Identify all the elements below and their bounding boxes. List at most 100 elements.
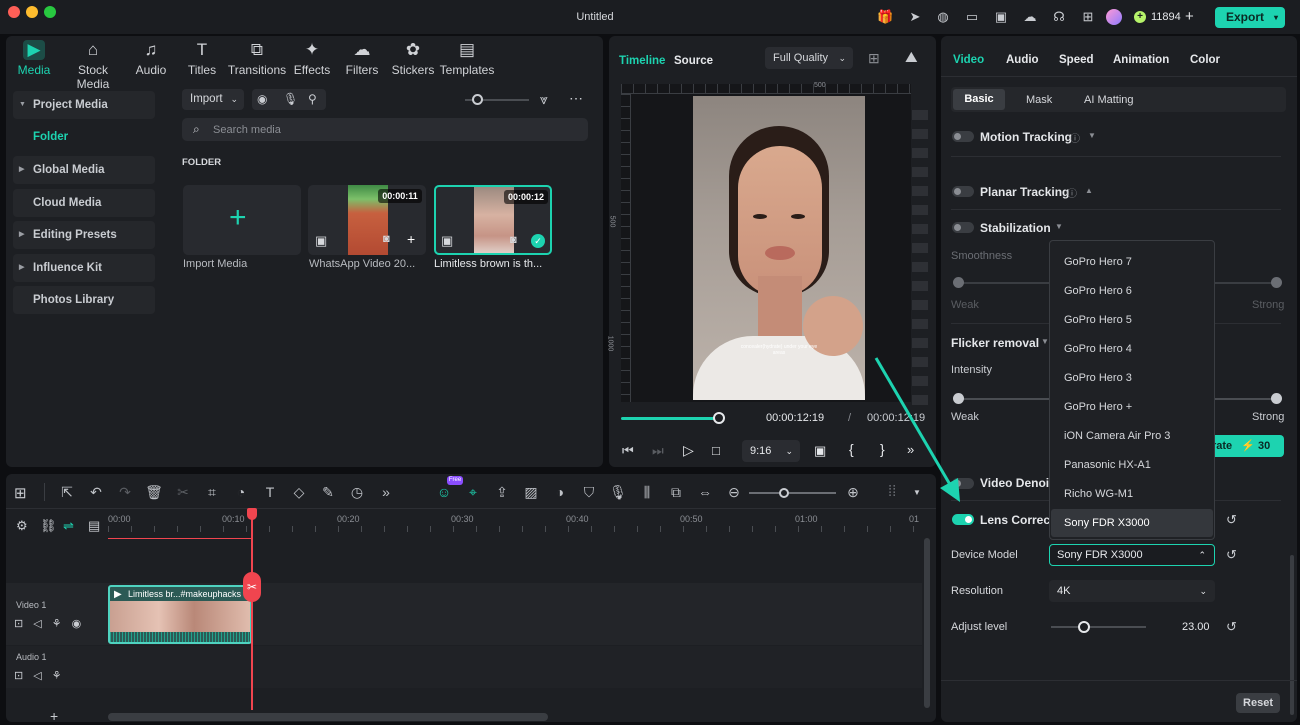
- caret-down-icon[interactable]: ▼: [1088, 131, 1096, 140]
- panel-scrollbar[interactable]: [1290, 555, 1294, 715]
- cut-icon[interactable]: ✂: [174, 484, 192, 500]
- gift-icon[interactable]: 🎁: [877, 9, 893, 25]
- delete-icon[interactable]: 🗑: [145, 484, 163, 500]
- tab-templates[interactable]: ▤ Templates: [436, 40, 498, 77]
- caret-down-icon[interactable]: ▼: [1041, 337, 1049, 346]
- snapshot-icon[interactable]: ⛰: [905, 49, 918, 66]
- subtab-ai-matting[interactable]: AI Matting: [1084, 94, 1134, 106]
- scene-detect-icon[interactable]: ⧉: [667, 484, 685, 500]
- volume-icon[interactable]: ◁: [33, 617, 41, 630]
- search-input[interactable]: ⌕ Search media: [182, 118, 588, 141]
- tab-transitions[interactable]: ⧉ Transitions: [227, 40, 287, 77]
- timer-icon[interactable]: ◷: [348, 484, 366, 500]
- grid-apps-icon[interactable]: ⊞: [1080, 9, 1096, 25]
- sidebar-item-folder[interactable]: Folder: [33, 131, 68, 143]
- dropdown-option[interactable]: Panasonic HX-A1: [1064, 459, 1151, 471]
- export-clip-icon[interactable]: ⇪: [493, 484, 511, 500]
- tab-speed[interactable]: Speed: [1059, 54, 1094, 66]
- image-icon[interactable]: ▨: [522, 484, 540, 500]
- next-frame-icon[interactable]: ⏭: [652, 443, 664, 459]
- stop-icon[interactable]: □: [712, 443, 720, 458]
- device-model-select[interactable]: Sony FDR X3000 ⌃: [1049, 544, 1215, 566]
- lock-icon[interactable]: ⊡: [14, 617, 23, 630]
- help-icon[interactable]: ⓘ: [1067, 185, 1077, 200]
- reset-icon[interactable]: ↺: [1226, 512, 1237, 528]
- microphone-icon[interactable]: 🎙: [609, 484, 627, 500]
- crop-icon[interactable]: ⌗: [203, 484, 221, 500]
- slider-handle[interactable]: [779, 488, 789, 498]
- speed-ramp-icon[interactable]: ◑: [551, 484, 569, 500]
- support-icon[interactable]: ☊: [1051, 9, 1067, 25]
- caret-up-icon[interactable]: ▲: [1085, 186, 1093, 195]
- timeline-horizontal-scrollbar[interactable]: [108, 713, 548, 721]
- dropdown-option[interactable]: GoPro Hero 3: [1064, 372, 1132, 384]
- link-icon[interactable]: ⇌: [63, 518, 74, 534]
- media-item-whatsapp-video[interactable]: 00:00:11 ▣ ◙ +: [308, 185, 426, 255]
- speed-icon[interactable]: ◔: [232, 484, 250, 500]
- magic-icon[interactable]: ⚘: [52, 617, 62, 630]
- more-options-icon[interactable]: ⋯: [569, 90, 584, 107]
- send-icon[interactable]: ➤: [907, 9, 923, 25]
- timeline-vertical-scrollbar[interactable]: [924, 538, 930, 708]
- slider-handle[interactable]: [1271, 393, 1282, 404]
- mark-in-button[interactable]: {: [849, 441, 854, 457]
- dropdown-option[interactable]: Richo WG-M1: [1064, 488, 1133, 500]
- reset-icon[interactable]: ↺: [1226, 619, 1237, 635]
- sidebar-item-influence-kit[interactable]: ▶ Influence Kit: [13, 254, 155, 282]
- grid-view-icon[interactable]: ⊞: [868, 50, 880, 67]
- fit-icon[interactable]: ⇔: [696, 484, 714, 500]
- dropdown-option[interactable]: Sony FDR X3000: [1064, 517, 1150, 529]
- ai-voice-icon[interactable]: ⚲: [308, 89, 317, 110]
- filter-icon[interactable]: ⩔: [540, 91, 548, 108]
- tab-stock-media[interactable]: ⌂ Stock Media: [60, 40, 126, 91]
- adjust-level-slider[interactable]: [1051, 626, 1146, 628]
- dropdown-option[interactable]: GoPro Hero 7: [1064, 256, 1132, 268]
- expand-icon[interactable]: »: [377, 484, 395, 500]
- tab-source[interactable]: Source: [674, 55, 713, 67]
- import-dropdown[interactable]: Import ⌄: [182, 89, 244, 110]
- zoom-slider[interactable]: [749, 492, 836, 494]
- record-screen-icon[interactable]: ◉: [257, 89, 267, 110]
- media-item-limitless-brown[interactable]: 00:00:12 ▣ ◙ ✓: [434, 185, 552, 255]
- track-manager-icon[interactable]: ▤: [88, 518, 100, 534]
- tab-audio[interactable]: Audio: [1006, 54, 1039, 66]
- dropdown-option[interactable]: GoPro Hero +: [1064, 401, 1132, 413]
- avatar[interactable]: [1106, 9, 1122, 25]
- add-credits-icon[interactable]: +: [1185, 8, 1194, 25]
- ai-copilot-icon[interactable]: ☺: [435, 484, 453, 500]
- quality-dropdown[interactable]: Full Quality ⌄: [765, 47, 853, 69]
- sidebar-item-cloud-media[interactable]: Cloud Media: [13, 189, 155, 217]
- subtab-basic[interactable]: Basic: [953, 89, 1005, 110]
- aspect-ratio-dropdown[interactable]: 9:16 ⌄: [742, 440, 800, 462]
- shield-icon[interactable]: ⛉: [580, 484, 598, 500]
- dropdown-option[interactable]: GoPro Hero 4: [1064, 343, 1132, 355]
- subtab-mask[interactable]: Mask: [1026, 94, 1052, 106]
- unlink-icon[interactable]: ⛓: [40, 518, 57, 534]
- audio-mixer-icon[interactable]: ⫼: [638, 484, 656, 500]
- sidebar-item-project-media[interactable]: ▼ Project Media: [13, 91, 155, 119]
- tab-effects[interactable]: ✦ Effects: [284, 40, 340, 77]
- play-icon[interactable]: ▷: [683, 442, 694, 459]
- undo-icon[interactable]: ↶: [87, 484, 105, 500]
- caret-down-icon[interactable]: ▼: [1055, 222, 1063, 231]
- settings-icon[interactable]: ⚙: [16, 518, 28, 534]
- help-icon[interactable]: ⓘ: [1070, 130, 1080, 145]
- save-icon[interactable]: ▣: [993, 9, 1009, 25]
- tab-titles[interactable]: T Titles: [174, 40, 230, 77]
- zoom-out-icon[interactable]: ⊖: [725, 484, 743, 500]
- eye-icon[interactable]: ◉: [72, 617, 82, 630]
- render-preview-icon[interactable]: ▣: [814, 443, 826, 459]
- dropdown-option[interactable]: iON Camera Air Pro 3: [1064, 430, 1170, 442]
- dropdown-option[interactable]: GoPro Hero 5: [1064, 314, 1132, 326]
- stabilization-toggle[interactable]: [952, 222, 974, 233]
- lock-icon[interactable]: ⊡: [14, 669, 23, 682]
- microphone-icon[interactable]: 🎙: [283, 89, 298, 110]
- magic-icon[interactable]: ⚘: [52, 669, 62, 682]
- video-clip[interactable]: ▶ Limitless br...#makeuphacks: [108, 585, 252, 644]
- previous-frame-icon[interactable]: ⏮: [622, 443, 634, 459]
- tab-animation[interactable]: Animation: [1113, 54, 1169, 66]
- split-icon[interactable]: ✂: [243, 572, 261, 602]
- add-to-timeline-icon[interactable]: +: [407, 231, 415, 247]
- tab-filters[interactable]: ☁ Filters: [334, 40, 390, 77]
- text-icon[interactable]: T: [261, 484, 279, 500]
